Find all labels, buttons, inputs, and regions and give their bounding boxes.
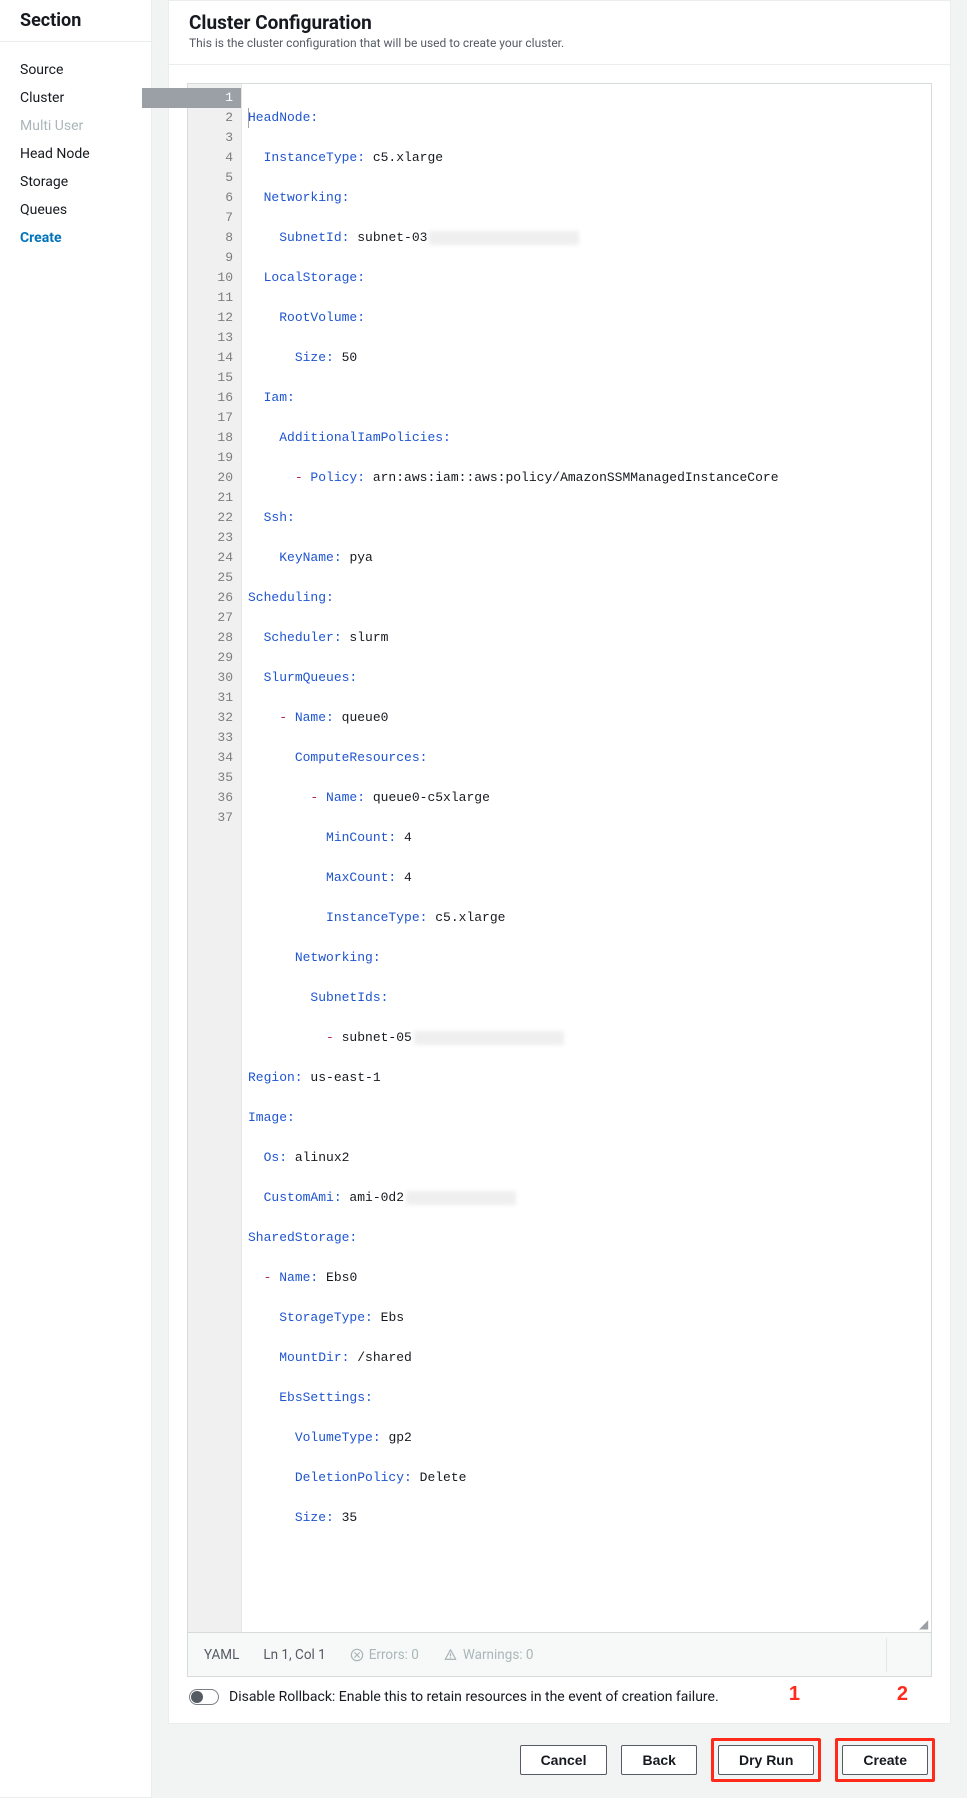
resize-handle-icon[interactable]: ◢ xyxy=(919,1620,929,1630)
sidebar-item-queues[interactable]: Queues xyxy=(0,196,151,224)
sidebar-item-storage[interactable]: Storage xyxy=(0,168,151,196)
language-label: YAML xyxy=(204,1647,239,1663)
errors-indicator[interactable]: Errors: 0 xyxy=(350,1647,419,1663)
sidebar-items: Source Cluster Multi User Head Node Stor… xyxy=(0,42,151,266)
sidebar-item-label: Cluster xyxy=(20,90,64,106)
main-panel: Cluster Configuration This is the cluste… xyxy=(152,0,967,1798)
sidebar-item-label: Create xyxy=(20,230,62,246)
rollback-label: Disable Rollback: Enable this to retain … xyxy=(229,1689,719,1705)
sidebar-item-label: Storage xyxy=(20,174,68,190)
line-number-gutter: 1234567891011121314151617181920212223242… xyxy=(188,84,242,1632)
page-subtitle: This is the cluster configuration that w… xyxy=(189,36,930,50)
sidebar-item-cluster[interactable]: Cluster xyxy=(0,84,151,112)
annotation-box-1: Dry Run xyxy=(711,1738,821,1782)
annotation-box-2: Create xyxy=(835,1738,935,1782)
code-area[interactable]: HeadNode: InstanceType: c5.xlarge Networ… xyxy=(242,84,931,1632)
back-button[interactable]: Back xyxy=(621,1745,696,1775)
config-card: Cluster Configuration This is the cluste… xyxy=(168,0,951,1724)
errors-count: Errors: 0 xyxy=(369,1647,419,1663)
sidebar-item-label: Source xyxy=(20,62,63,78)
sidebar-item-label: Head Node xyxy=(20,146,90,162)
sidebar-item-create[interactable]: Create xyxy=(0,224,151,252)
create-button[interactable]: Create xyxy=(842,1745,928,1775)
error-icon xyxy=(350,1648,364,1662)
sidebar-item-multi-user: Multi User xyxy=(0,112,151,140)
action-buttons: Cancel Back Dry Run Create xyxy=(168,1724,951,1798)
sidebar-item-head-node[interactable]: Head Node xyxy=(0,140,151,168)
dry-run-button[interactable]: Dry Run xyxy=(718,1745,814,1775)
sidebar-item-source[interactable]: Source xyxy=(0,56,151,84)
sidebar-item-label: Queues xyxy=(20,202,67,218)
annotation-marker-2: 2 xyxy=(897,1683,908,1706)
section-sidebar: Section Source Cluster Multi User Head N… xyxy=(0,0,152,1798)
sidebar-title: Section xyxy=(0,0,151,42)
page-title: Cluster Configuration xyxy=(189,11,930,34)
warnings-count: Warnings: 0 xyxy=(463,1647,534,1663)
editor-settings-button[interactable] xyxy=(886,1638,931,1672)
warnings-indicator[interactable]: Warnings: 0 xyxy=(443,1647,534,1663)
cancel-button[interactable]: Cancel xyxy=(520,1745,608,1775)
annotation-marker-1: 1 xyxy=(789,1683,800,1706)
editor-statusbar: YAML Ln 1, Col 1 Errors: 0 Warnings: 0 xyxy=(187,1633,932,1677)
warning-icon xyxy=(443,1648,458,1662)
cursor-position: Ln 1, Col 1 xyxy=(263,1647,325,1663)
rollback-row: Disable Rollback: Enable this to retain … xyxy=(169,1677,950,1723)
yaml-editor[interactable]: 1234567891011121314151617181920212223242… xyxy=(187,83,932,1633)
sidebar-item-label: Multi User xyxy=(20,118,83,134)
disable-rollback-toggle[interactable] xyxy=(189,1689,219,1705)
